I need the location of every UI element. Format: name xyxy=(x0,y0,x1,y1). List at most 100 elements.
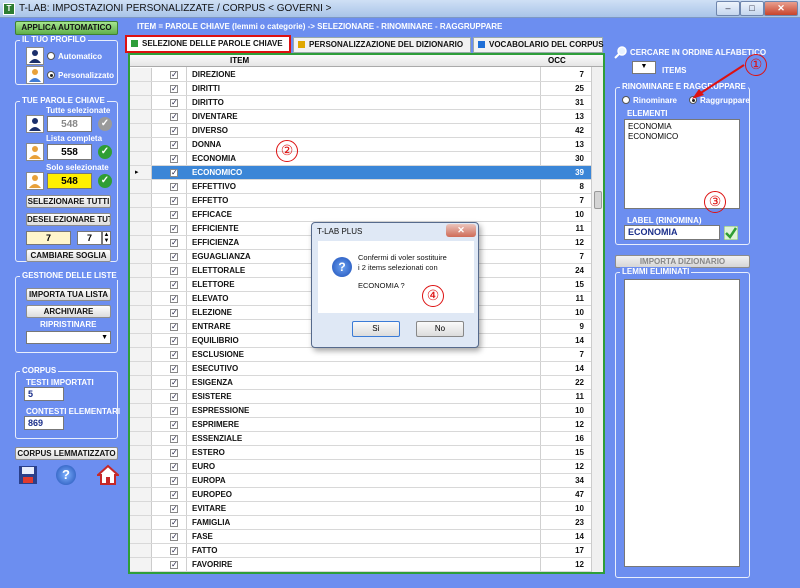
table-row[interactable]: ✓ EFFETTO 7 xyxy=(130,194,591,208)
row-checkbox[interactable]: ✓ xyxy=(170,197,178,205)
yes-button[interactable]: Sì xyxy=(352,321,400,337)
row-checkbox[interactable]: ✓ xyxy=(170,449,178,457)
table-row[interactable]: ✓ ESECUTIVO 14 xyxy=(130,362,591,376)
threshold-spinner[interactable]: ▲ ▼ xyxy=(102,231,111,245)
threshold-b-field[interactable]: 7 xyxy=(77,231,102,245)
col-occ-header[interactable]: OCC xyxy=(548,56,566,65)
row-header[interactable] xyxy=(130,152,152,165)
row-checkbox[interactable]: ✓ xyxy=(170,407,178,415)
row-checkbox[interactable]: ✓ xyxy=(170,491,178,499)
custom-radio[interactable] xyxy=(47,71,55,79)
row-checkbox[interactable]: ✓ xyxy=(170,505,178,513)
row-header[interactable] xyxy=(130,488,152,501)
row-header[interactable] xyxy=(130,194,152,207)
row-checkbox[interactable]: ✓ xyxy=(170,547,178,555)
row-header[interactable]: ▸ xyxy=(130,166,152,179)
row-header[interactable] xyxy=(130,110,152,123)
apply-automatic-button[interactable]: APPLICA AUTOMATICO xyxy=(15,21,118,35)
row-header[interactable] xyxy=(130,460,152,473)
table-row[interactable]: ✓ EFFETTIVO 8 xyxy=(130,180,591,194)
table-row[interactable]: ✓ ESPRIMERE 12 xyxy=(130,418,591,432)
grid-scrollbar[interactable] xyxy=(591,67,603,572)
removed-lemmas-list[interactable] xyxy=(624,279,740,567)
row-header[interactable] xyxy=(130,208,152,221)
row-header[interactable] xyxy=(130,236,152,249)
row-checkbox[interactable]: ✓ xyxy=(170,113,178,121)
search-icon[interactable] xyxy=(614,45,628,59)
row-checkbox[interactable]: ✓ xyxy=(170,435,178,443)
help-icon[interactable]: ? xyxy=(56,465,76,485)
deselect-all-button[interactable]: DESELEZIONARE TUTTI xyxy=(26,213,111,226)
dialog-close-button[interactable]: ✕ xyxy=(446,224,476,237)
row-checkbox[interactable]: ✓ xyxy=(170,71,178,79)
row-header[interactable] xyxy=(130,502,152,515)
rename-radio[interactable] xyxy=(622,96,630,104)
close-window-button[interactable]: ✕ xyxy=(764,1,798,16)
row-header[interactable] xyxy=(130,292,152,305)
table-row[interactable]: ✓ EFFICACE 10 xyxy=(130,208,591,222)
home-icon[interactable] xyxy=(95,464,121,486)
table-row[interactable]: ✓ DIRITTO 31 xyxy=(130,96,591,110)
row-header[interactable] xyxy=(130,474,152,487)
scroll-thumb[interactable] xyxy=(594,191,602,209)
table-row[interactable]: ✓ EURO 12 xyxy=(130,460,591,474)
row-checkbox[interactable]: ✓ xyxy=(170,295,178,303)
row-header[interactable] xyxy=(130,250,152,263)
row-checkbox[interactable]: ✓ xyxy=(170,99,178,107)
table-row[interactable]: ✓ DONNA 13 xyxy=(130,138,591,152)
row-header[interactable] xyxy=(130,334,152,347)
table-row[interactable]: ✓ ESIGENZA 22 xyxy=(130,376,591,390)
check-green-icon[interactable]: ✓ xyxy=(98,145,112,159)
table-row[interactable]: ✓ FATTO 17 xyxy=(130,544,591,558)
row-checkbox[interactable]: ✓ xyxy=(170,85,178,93)
row-header[interactable] xyxy=(130,558,152,571)
row-checkbox[interactable]: ✓ xyxy=(170,141,178,149)
table-row[interactable]: ✓ EUROPA 34 xyxy=(130,474,591,488)
automatic-radio[interactable] xyxy=(47,52,55,60)
row-checkbox[interactable]: ✓ xyxy=(170,253,178,261)
row-header[interactable] xyxy=(130,96,152,109)
minimize-button[interactable]: – xyxy=(716,1,740,16)
tab-keyword-selection[interactable]: SELEZIONE DELLE PAROLE CHIAVE xyxy=(125,35,291,53)
table-row[interactable]: ✓ DIRITTI 25 xyxy=(130,82,591,96)
row-checkbox[interactable]: ✓ xyxy=(170,281,178,289)
no-button[interactable]: No xyxy=(416,321,464,337)
row-checkbox[interactable]: ✓ xyxy=(170,211,178,219)
row-header[interactable] xyxy=(130,544,152,557)
list-item[interactable]: ECONOMICO xyxy=(628,132,736,142)
row-checkbox[interactable]: ✓ xyxy=(170,463,178,471)
change-threshold-button[interactable]: CAMBIARE SOGLIA xyxy=(26,249,111,262)
archive-button[interactable]: ARCHIVIARE xyxy=(26,305,111,318)
confirm-check-icon[interactable] xyxy=(723,225,739,241)
tab-dictionary[interactable]: PERSONALIZZAZIONE DEL DIZIONARIO xyxy=(293,37,471,53)
table-row[interactable]: ▸ ✓ ECONOMICO 39 xyxy=(130,166,591,180)
row-header[interactable] xyxy=(130,222,152,235)
table-row[interactable]: ✓ ECONOMIA 30 xyxy=(130,152,591,166)
list-item[interactable]: ECONOMIA xyxy=(628,122,736,132)
row-header[interactable] xyxy=(130,390,152,403)
row-header[interactable] xyxy=(130,376,152,389)
row-checkbox[interactable]: ✓ xyxy=(170,519,178,527)
row-header[interactable] xyxy=(130,418,152,431)
table-row[interactable]: ✓ ESTERO 15 xyxy=(130,446,591,460)
row-header[interactable] xyxy=(130,446,152,459)
row-checkbox[interactable]: ✓ xyxy=(170,337,178,345)
row-header[interactable] xyxy=(130,362,152,375)
row-header[interactable] xyxy=(130,404,152,417)
row-checkbox[interactable]: ✓ xyxy=(170,267,178,275)
table-row[interactable]: ✓ ESCLUSIONE 7 xyxy=(130,348,591,362)
col-item-header[interactable]: ITEM xyxy=(230,56,249,65)
select-all-button[interactable]: SELEZIONARE TUTTI xyxy=(26,195,111,208)
import-list-button[interactable]: IMPORTA TUA LISTA xyxy=(26,288,111,301)
label-rename-input[interactable]: ECONOMIA xyxy=(624,225,720,240)
table-row[interactable]: ✓ DIVERSO 42 xyxy=(130,124,591,138)
row-checkbox[interactable]: ✓ xyxy=(170,561,178,569)
row-header[interactable] xyxy=(130,278,152,291)
row-checkbox[interactable]: ✓ xyxy=(170,393,178,401)
row-header[interactable] xyxy=(130,320,152,333)
threshold-a-field[interactable]: 7 xyxy=(26,231,71,245)
alpha-dropdown[interactable]: ▼ xyxy=(632,61,656,74)
row-header[interactable] xyxy=(130,124,152,137)
row-header[interactable] xyxy=(130,180,152,193)
table-row[interactable]: ✓ FAVORIRE 12 xyxy=(130,558,591,572)
